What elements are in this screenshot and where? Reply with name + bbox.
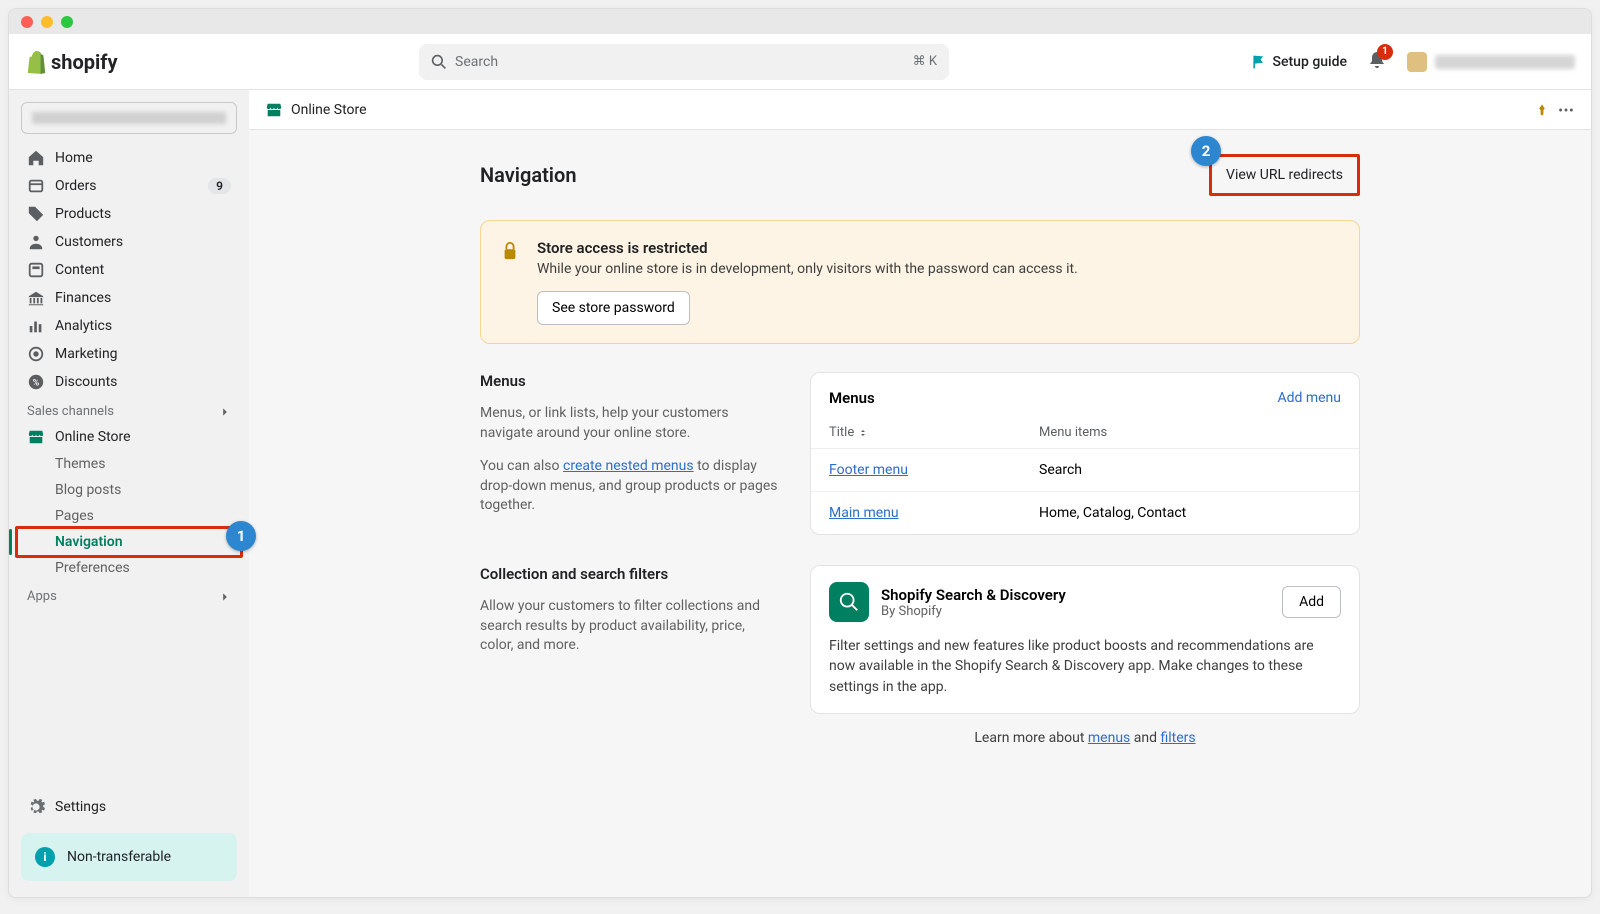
search-discovery-card: Shopify Search & Discovery By Shopify Ad… <box>810 565 1360 714</box>
setup-guide-button[interactable]: Setup guide <box>1251 54 1347 70</box>
home-icon <box>27 149 45 167</box>
filters-heading: Collection and search filters <box>480 565 780 583</box>
flag-icon <box>1251 54 1267 70</box>
learn-more-filters-link[interactable]: filters <box>1160 730 1195 746</box>
page-title: Navigation <box>480 163 576 187</box>
search-input[interactable]: Search ⌘ K <box>419 44 949 80</box>
avatar <box>1407 52 1427 72</box>
sidebar-item-products[interactable]: Products <box>17 200 241 228</box>
search-shortcut: ⌘ K <box>913 54 937 69</box>
menu-row: Main menu Home, Catalog, Contact <box>811 492 1359 534</box>
menu-items-cell: Search <box>1039 462 1341 478</box>
profile-menu[interactable] <box>1407 52 1575 72</box>
app-description: Filter settings and new features like pr… <box>829 636 1341 697</box>
sidebar-item-home[interactable]: Home <box>17 144 241 172</box>
pin-icon[interactable] <box>1535 103 1549 117</box>
breadcrumb-text: Online Store <box>291 102 367 118</box>
restricted-access-alert: Store access is restricted While your on… <box>480 220 1360 344</box>
profile-name <box>1435 55 1575 69</box>
column-items-header: Menu items <box>1039 425 1341 440</box>
main-content: Online Store Navigation 2 View URL redir… <box>249 90 1591 897</box>
column-title-header[interactable]: Title <box>829 425 1039 440</box>
breadcrumb-bar: Online Store <box>249 90 1591 130</box>
target-icon <box>27 345 45 363</box>
gear-icon <box>27 798 45 816</box>
sales-channels-header[interactable]: Sales channels <box>17 396 241 423</box>
filters-description: Allow your customers to filter collectio… <box>480 597 780 656</box>
orders-icon <box>27 177 45 195</box>
add-app-button[interactable]: Add <box>1282 586 1341 618</box>
info-icon: i <box>35 847 55 867</box>
create-nested-menus-link[interactable]: create nested menus <box>563 458 694 474</box>
minimize-window-dot[interactable] <box>41 16 53 28</box>
sidebar-item-orders[interactable]: Orders 9 <box>17 172 241 200</box>
tag-icon <box>27 205 45 223</box>
chevron-right-icon <box>219 406 231 418</box>
sidebar-item-content[interactable]: Content <box>17 256 241 284</box>
shopify-logo[interactable]: shopify <box>25 50 118 74</box>
sort-icon <box>858 428 868 438</box>
app-title: Shopify Search & Discovery <box>881 586 1066 604</box>
maximize-window-dot[interactable] <box>61 16 73 28</box>
mac-titlebar <box>9 9 1591 34</box>
person-icon <box>27 233 45 251</box>
sidebar-item-discounts[interactable]: % Discounts <box>17 368 241 396</box>
sidebar-item-settings[interactable]: Settings <box>17 791 241 823</box>
main-menu-link[interactable]: Main menu <box>829 505 899 521</box>
sidebar-sub-pages[interactable]: Pages <box>17 503 241 529</box>
more-icon[interactable] <box>1557 101 1575 119</box>
search-discovery-app-icon <box>829 582 869 622</box>
apps-header[interactable]: Apps <box>17 581 241 608</box>
annotation-badge-2: 2 <box>1191 136 1221 166</box>
menu-row: Footer menu Search <box>811 449 1359 492</box>
orders-badge: 9 <box>208 178 231 194</box>
menus-description-2: You can also create nested menus to disp… <box>480 457 780 516</box>
learn-more-menus-link[interactable]: menus <box>1088 730 1130 746</box>
content-icon <box>27 261 45 279</box>
annotation-badge-1: 1 <box>226 521 256 551</box>
sidebar-sub-navigation[interactable]: Navigation <box>17 529 241 555</box>
app-vendor: By Shopify <box>881 604 1066 619</box>
sidebar-item-analytics[interactable]: Analytics <box>17 312 241 340</box>
sidebar-sub-preferences[interactable]: Preferences <box>17 555 241 581</box>
magnifier-icon <box>838 591 860 613</box>
add-menu-link[interactable]: Add menu <box>1277 390 1341 406</box>
sidebar-item-finances[interactable]: Finances <box>17 284 241 312</box>
sidebar-sub-blog-posts[interactable]: Blog posts <box>17 477 241 503</box>
see-store-password-button[interactable]: See store password <box>537 291 690 325</box>
alert-title: Store access is restricted <box>537 239 1078 257</box>
menus-heading: Menus <box>480 372 780 390</box>
svg-text:%: % <box>33 379 40 389</box>
bars-icon <box>27 317 45 335</box>
sidebar-item-online-store[interactable]: Online Store <box>17 423 241 451</box>
sidebar-sub-themes[interactable]: Themes <box>17 451 241 477</box>
view-url-redirects-button[interactable]: View URL redirects <box>1209 154 1360 196</box>
menus-description-1: Menus, or link lists, help your customer… <box>480 404 780 443</box>
store-selector[interactable] <box>21 102 237 134</box>
chevron-right-icon <box>219 591 231 603</box>
notifications-button[interactable]: 1 <box>1367 50 1387 74</box>
bank-icon <box>27 289 45 307</box>
non-transferable-notice[interactable]: i Non-transferable <box>21 833 237 881</box>
search-placeholder: Search <box>455 54 905 70</box>
learn-more-text: Learn more about menus and filters <box>810 730 1360 746</box>
sidebar: Home Orders 9 Products Customers Content <box>9 90 249 897</box>
notification-badge: 1 <box>1377 44 1393 60</box>
discount-icon: % <box>27 373 45 391</box>
topbar: shopify Search ⌘ K Setup guide 1 <box>9 34 1591 90</box>
footer-menu-link[interactable]: Footer menu <box>829 462 908 478</box>
menus-card: Menus Add menu Title Menu items Footer m… <box>810 372 1360 535</box>
close-window-dot[interactable] <box>21 16 33 28</box>
sidebar-item-marketing[interactable]: Marketing <box>17 340 241 368</box>
store-icon <box>27 428 45 446</box>
menu-items-cell: Home, Catalog, Contact <box>1039 505 1341 521</box>
sidebar-item-customers[interactable]: Customers <box>17 228 241 256</box>
brand-text: shopify <box>51 50 118 74</box>
alert-body: While your online store is in developmen… <box>537 261 1078 277</box>
store-icon <box>265 101 283 119</box>
lock-icon <box>501 241 519 261</box>
search-icon <box>431 54 447 70</box>
shopify-bag-icon <box>25 50 47 74</box>
menus-card-title: Menus <box>829 389 875 407</box>
